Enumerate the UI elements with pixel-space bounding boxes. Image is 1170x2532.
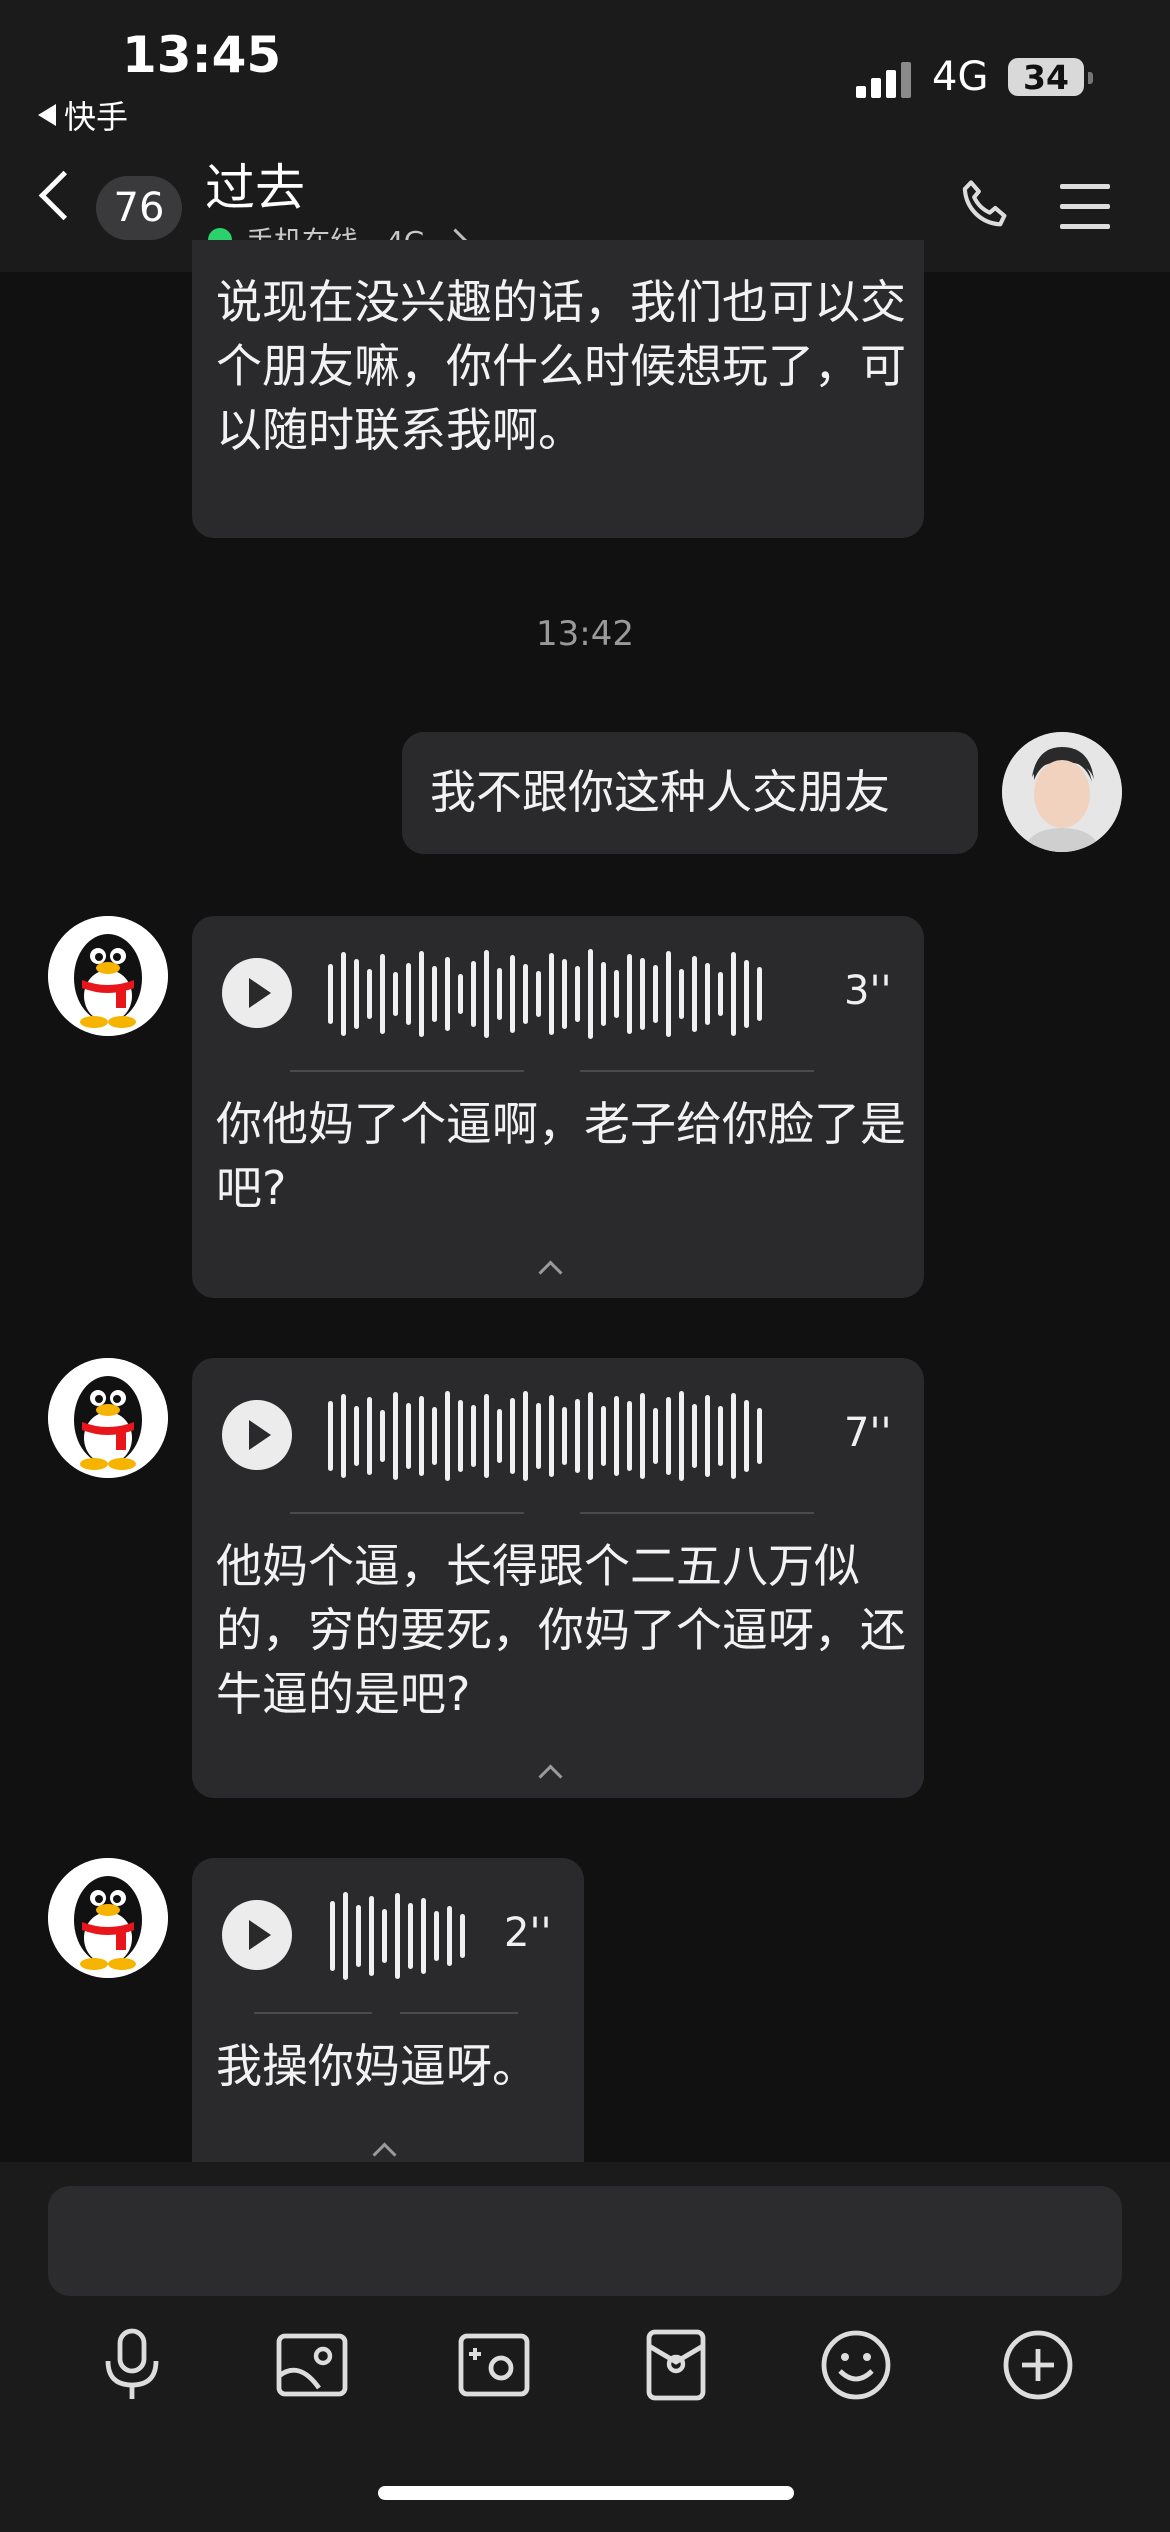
- image-button[interactable]: [272, 2320, 352, 2410]
- divider: [580, 1070, 814, 1072]
- play-icon[interactable]: [222, 958, 292, 1028]
- voice-waveform: [330, 1888, 465, 1984]
- signal-icon: [856, 58, 916, 98]
- contact-avatar[interactable]: [48, 1858, 168, 1978]
- back-app-label: 快手: [64, 98, 129, 136]
- play-icon[interactable]: [222, 1400, 292, 1470]
- voice-message-bubble[interactable]: 2'' 我操你妈逼呀。: [192, 1858, 584, 2167]
- divider: [580, 1512, 814, 1514]
- message-text: 我不跟你这种人交朋友: [430, 765, 890, 819]
- play-icon[interactable]: [222, 1900, 292, 1970]
- outgoing-bubble[interactable]: 我不跟你这种人交朋友: [402, 732, 978, 854]
- menu-icon[interactable]: [1060, 184, 1110, 244]
- transcript-text: 他妈个逼，长得跟个二五八万似的，穷的要死，你妈了个逼呀，还牛逼的是吧?: [216, 1539, 906, 1721]
- network-type: 4G: [932, 54, 989, 100]
- phone-icon[interactable]: [954, 176, 1016, 238]
- divider: [290, 1512, 524, 1514]
- image-icon: [276, 2333, 348, 2397]
- message-input[interactable]: [48, 2186, 1122, 2296]
- contact-avatar[interactable]: [48, 1358, 168, 1478]
- divider: [290, 1070, 524, 1072]
- red-packet-icon: [646, 2329, 706, 2401]
- unread-badge[interactable]: 76: [96, 176, 182, 240]
- collapse-icon[interactable]: [538, 1764, 563, 1789]
- back-to-app[interactable]: 快手: [38, 92, 128, 138]
- transcript-text: 我操你妈逼呀。: [216, 2039, 538, 2093]
- battery-tip: [1088, 72, 1093, 84]
- red-packet-button[interactable]: [636, 2320, 716, 2410]
- voice-message-bubble[interactable]: 7'' 他妈个逼，长得跟个二五八万似的，穷的要死，你妈了个逼呀，还牛逼的是吧?: [192, 1358, 924, 1798]
- voice-message-bubble[interactable]: 3'' 你他妈了个逼啊，老子给你脸了是吧?: [192, 916, 924, 1298]
- back-triangle-icon: [38, 104, 56, 126]
- more-button[interactable]: [998, 2320, 1078, 2410]
- divider: [254, 2012, 372, 2014]
- voice-duration: 7'': [844, 1410, 892, 1456]
- voice-waveform: [328, 946, 762, 1042]
- contact-avatar[interactable]: [48, 916, 168, 1036]
- camera-icon: [458, 2333, 530, 2397]
- my-avatar[interactable]: [1002, 732, 1122, 852]
- camera-button[interactable]: [454, 2320, 534, 2410]
- voice-waveform: [328, 1388, 762, 1484]
- collapse-icon[interactable]: [538, 1260, 563, 1285]
- battery-level: 34: [1008, 58, 1084, 97]
- message-text: 说现在没兴趣的话，我们也可以交个朋友嘛，你什么时候想玩了，可以随时联系我啊。: [216, 275, 906, 457]
- plus-icon: [1003, 2330, 1073, 2400]
- mic-icon: [105, 2328, 159, 2399]
- voice-button[interactable]: [92, 2320, 172, 2410]
- contact-name[interactable]: 过去: [205, 148, 305, 220]
- transcript-text: 你他妈了个逼啊，老子给你脸了是吧?: [216, 1097, 906, 1215]
- message-timestamp: 13:42: [536, 614, 634, 654]
- message-bubble[interactable]: 说现在没兴趣的话，我们也可以交个朋友嘛，你什么时候想玩了，可以随时联系我啊。: [192, 240, 924, 766]
- emoji-button[interactable]: [816, 2320, 896, 2410]
- voice-duration: 2'': [504, 1910, 552, 1956]
- divider: [400, 2012, 518, 2014]
- voice-duration: 3'': [844, 968, 892, 1014]
- status-time: 13:45: [122, 26, 282, 84]
- emoji-icon: [821, 2330, 891, 2400]
- home-indicator[interactable]: [378, 2486, 794, 2500]
